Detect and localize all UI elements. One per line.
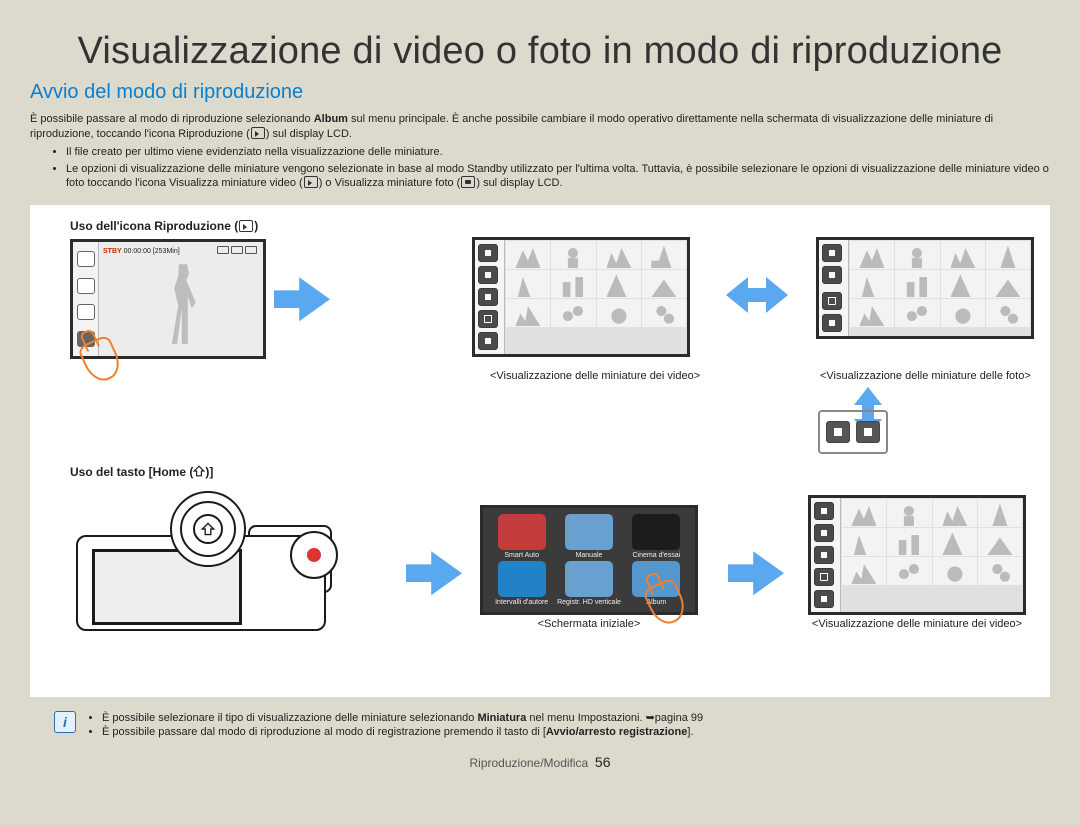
thumbnail-grid[interactable] [841, 498, 1023, 612]
page-title: Visualizzazione di video o foto in modo … [30, 30, 1050, 73]
video-thumb-icon [304, 176, 318, 188]
app-manual[interactable]: Manuale [556, 514, 621, 559]
stby-label: STBY [103, 248, 122, 255]
intro-block: È possibile passare al modo di riproduzi… [30, 112, 1050, 191]
thumb-roll-icon[interactable] [478, 288, 498, 306]
app-label: Smart Auto [504, 552, 539, 559]
status-icons [215, 246, 257, 256]
sidebar-smart-icon [77, 251, 95, 267]
illustration-panel: Uso dell'icona Riproduzione () STBY [30, 205, 1050, 697]
caption-video-thumbs: <Visualizzazione delle miniature dei vid… [490, 370, 700, 382]
intro-bullet-2b: ) o Visualizza miniature foto ( [319, 177, 461, 189]
record-button-icon [290, 531, 338, 579]
heading-play-icon: Uso dell'icona Riproduzione () [70, 219, 338, 233]
arrow-right-icon [406, 551, 462, 595]
home-button-icon[interactable] [170, 491, 246, 567]
arrow-left-right-icon [726, 277, 788, 313]
thumb-rec-mode-icon[interactable] [822, 314, 842, 332]
note-1a: È possibile selezionare il tipo di visua… [102, 712, 477, 724]
thumbnail-grid[interactable] [505, 240, 687, 354]
arrow-right-icon [274, 277, 330, 321]
home-menu-screen: Smart Auto Manuale Cinema d'essai Interv… [480, 505, 698, 615]
trash-icon[interactable] [478, 310, 498, 328]
camera-illustration [70, 495, 340, 645]
toggle-photo-icon[interactable] [856, 421, 880, 443]
play-icon [251, 127, 265, 139]
footer: Riproduzione/Modifica 56 [30, 754, 1050, 770]
thumb-roll-icon[interactable] [814, 546, 834, 564]
sidebar-zoom-icon [77, 304, 95, 320]
intro-bullet-1: Il file creato per ultimo viene evidenzi… [66, 145, 1050, 160]
note-icon: i [54, 711, 76, 733]
app-interval[interactable]: Intervalli d'autore [489, 561, 554, 606]
note-block: i È possibile selezionare il tipo di vis… [54, 711, 1050, 740]
heading-home-b: )] [205, 465, 213, 479]
home-icon [193, 465, 205, 477]
note-2b: ]. [687, 726, 693, 738]
note-2a: È possibile passare dal modo di riproduz… [102, 726, 546, 738]
thumb-video-mode-icon[interactable] [822, 244, 842, 262]
footer-section: Riproduzione/Modifica [470, 756, 589, 770]
silhouette-figure [163, 264, 203, 344]
intro-text-c: ) sul display LCD. [266, 128, 352, 140]
caption-photo-thumbs: <Visualizzazione delle miniature delle f… [820, 370, 1031, 382]
app-smart-auto[interactable]: Smart Auto [489, 514, 554, 559]
play-icon [239, 220, 253, 232]
app-label: Intervalli d'autore [495, 599, 548, 606]
footer-page-number: 56 [595, 754, 611, 770]
section-title: Avvio del modo di riproduzione [30, 81, 1050, 104]
app-label: Cinema d'essai [633, 552, 681, 559]
video-thumbnails-screen-2 [808, 495, 1026, 615]
thumb-rec-mode-icon[interactable] [478, 332, 498, 350]
heading-home-a: Uso del tasto [Home ( [70, 465, 193, 479]
heading-home-button: Uso del tasto [Home ()] [70, 465, 213, 479]
heading-play-icon-b: ) [254, 219, 258, 233]
thumb-video-mode-icon[interactable] [814, 502, 834, 520]
toggle-video-icon[interactable] [826, 421, 850, 443]
rec-time: 00:00:00 [124, 248, 151, 255]
rec-remain: [253Min] [153, 248, 180, 255]
caption-home-screen: <Schermata iniziale> [480, 618, 698, 630]
thumb-video-mode-icon[interactable] [478, 244, 498, 262]
video-photo-toggle [818, 410, 888, 454]
arrow-right-icon [728, 551, 784, 595]
intro-bullet-2c: ) sul display LCD. [476, 177, 562, 189]
thumb-photo-mode-icon[interactable] [822, 266, 842, 284]
photo-thumbnails-screen [816, 237, 1034, 339]
intro-text-a: È possibile passare al modo di riproduzi… [30, 113, 314, 125]
note-1-bold: Miniatura [477, 712, 526, 724]
video-thumbnails-screen [472, 237, 690, 357]
caption-video-thumbs-2: <Visualizzazione delle miniature dei vid… [808, 618, 1026, 630]
app-label: Registr. HD verticale [557, 599, 621, 606]
app-cinema[interactable]: Cinema d'essai [624, 514, 689, 559]
sidebar-camera-icon [77, 278, 95, 294]
note-2: È possibile passare dal modo di riproduz… [102, 726, 703, 738]
thumb-photo-mode-icon[interactable] [478, 266, 498, 284]
thumb-rec-mode-icon[interactable] [814, 590, 834, 608]
intro-bullet-2: Le opzioni di visualizzazione delle mini… [66, 162, 1050, 192]
photo-thumb-icon [461, 176, 475, 188]
trash-icon[interactable] [814, 568, 834, 586]
app-label: Manuale [576, 552, 603, 559]
thumb-photo-mode-icon[interactable] [814, 524, 834, 542]
intro-bold-album: Album [314, 113, 348, 125]
trash-icon[interactable] [822, 292, 842, 310]
app-vertical-hd[interactable]: Registr. HD verticale [556, 561, 621, 606]
note-2-bold: Avvio/arresto registrazione [546, 726, 687, 738]
note-1: È possibile selezionare il tipo di visua… [102, 711, 703, 724]
note-1b: nel menu Impostazioni. ➥pagina 99 [526, 712, 703, 724]
thumbnail-grid[interactable] [849, 240, 1031, 336]
heading-play-icon-a: Uso dell'icona Riproduzione ( [70, 219, 238, 233]
